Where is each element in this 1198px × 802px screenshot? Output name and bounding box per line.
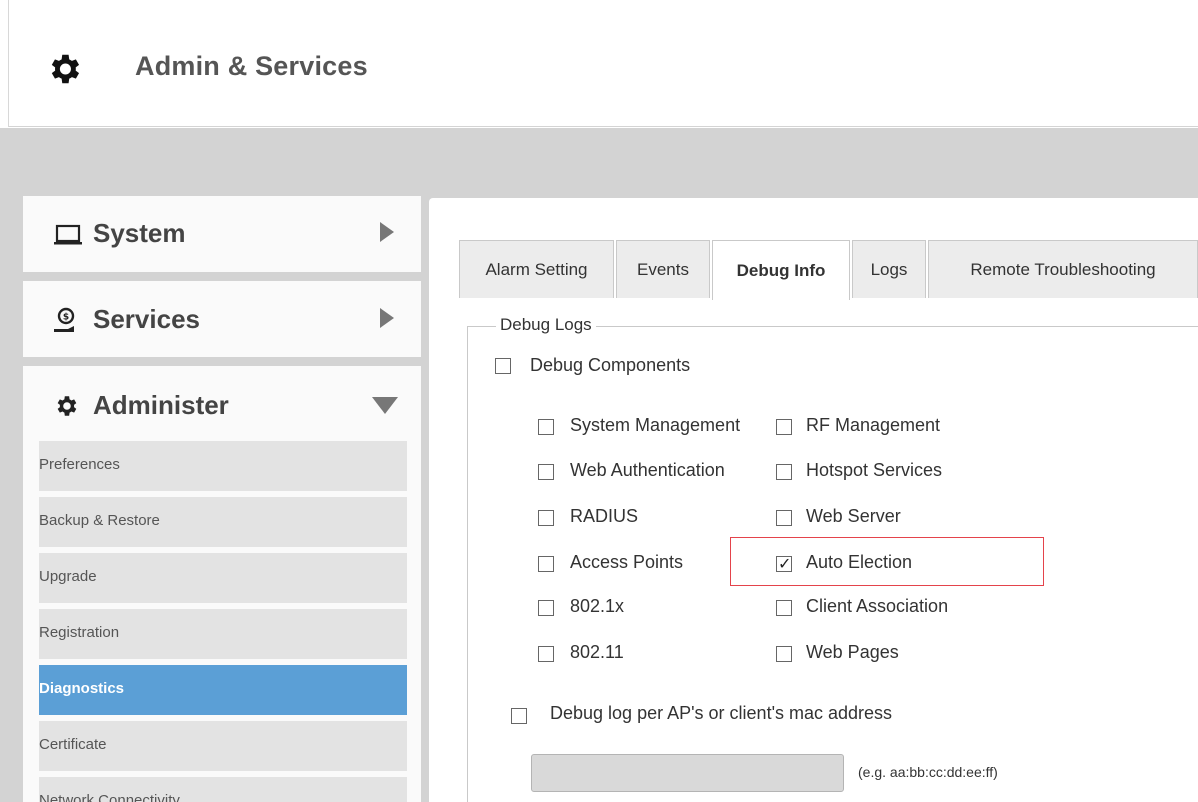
svg-text:$: $ xyxy=(63,313,69,323)
nav-system-label: System xyxy=(93,218,186,248)
web-pages-label: Web Pages xyxy=(806,642,899,662)
gear-icon xyxy=(57,396,77,416)
web-pages-checkbox[interactable] xyxy=(776,646,792,662)
mac-debug-label: Debug log per AP's or client's mac addre… xyxy=(550,703,893,723)
nav-services[interactable]: $ Services xyxy=(23,281,421,357)
submenu-diagnostics[interactable]: Diagnostics xyxy=(39,665,407,715)
hotspot-services-label: Hotspot Services xyxy=(806,460,943,480)
debug-logs-legend: Debug Logs xyxy=(496,315,596,335)
client-association-label: Client Association xyxy=(806,596,949,616)
8021x-label: 802.1x xyxy=(570,596,625,616)
rf-management-checkbox[interactable] xyxy=(776,419,792,435)
page-title: Admin & Services xyxy=(135,51,368,81)
nav-administer-label: Administer xyxy=(93,390,229,420)
80211-checkbox[interactable] xyxy=(538,646,554,662)
web-server-label: Web Server xyxy=(806,506,901,526)
8021x-checkbox[interactable] xyxy=(538,600,554,616)
web-server-checkbox[interactable] xyxy=(776,510,792,526)
tab-logs[interactable]: Logs xyxy=(852,240,926,298)
web-authentication-checkbox[interactable] xyxy=(538,464,554,480)
access-points-label: Access Points xyxy=(570,552,684,572)
administer-submenu: Preferences Backup & Restore Upgrade Reg… xyxy=(23,441,421,802)
submenu-upgrade[interactable]: Upgrade xyxy=(39,553,407,603)
chevron-right-icon xyxy=(380,222,394,242)
mac-address-input[interactable] xyxy=(531,754,844,792)
mac-debug-checkbox[interactable] xyxy=(511,708,527,724)
system-management-checkbox[interactable] xyxy=(538,419,554,435)
rf-management-label: RF Management xyxy=(806,415,941,435)
system-management-label: System Management xyxy=(570,415,741,435)
submenu-certificate[interactable]: Certificate xyxy=(39,721,407,771)
submenu-backup-restore[interactable]: Backup & Restore xyxy=(39,497,407,547)
client-association-checkbox[interactable] xyxy=(776,600,792,616)
nav-administer[interactable]: Administer xyxy=(23,366,421,442)
tab-remote-troubleshooting[interactable]: Remote Troubleshooting xyxy=(928,240,1198,298)
chevron-down-icon xyxy=(372,397,398,414)
tab-debug-info[interactable]: Debug Info xyxy=(712,240,850,300)
laptop-icon xyxy=(54,224,82,245)
left-edge xyxy=(0,0,9,127)
mac-address-hint: (e.g. aa:bb:cc:dd:ee:ff) xyxy=(858,764,998,780)
submenu-network-connectivity[interactable]: Network Connectivity xyxy=(39,777,407,802)
nav-services-label: Services xyxy=(93,304,200,334)
debug-components-checkbox[interactable] xyxy=(495,358,511,374)
gear-icon xyxy=(51,54,80,84)
tab-alarm-setting[interactable]: Alarm Setting xyxy=(459,240,614,298)
80211-label: 802.11 xyxy=(570,642,624,662)
access-points-checkbox[interactable] xyxy=(538,556,554,572)
tab-events[interactable]: Events xyxy=(616,240,710,298)
hotspot-services-checkbox[interactable] xyxy=(776,464,792,480)
chevron-right-icon xyxy=(380,308,394,328)
services-icon: $ xyxy=(54,307,75,332)
debug-components-label: Debug Components xyxy=(530,355,691,375)
radius-checkbox[interactable] xyxy=(538,510,554,526)
radius-label: RADIUS xyxy=(570,506,639,526)
web-authentication-label: Web Authentication xyxy=(570,460,725,480)
page-header: Admin & Services xyxy=(9,0,1198,127)
nav-system[interactable]: System xyxy=(23,196,421,272)
auto-election-label: Auto Election xyxy=(806,552,913,572)
submenu-preferences[interactable]: Preferences xyxy=(39,441,407,491)
auto-election-checkbox[interactable] xyxy=(776,554,792,573)
submenu-registration[interactable]: Registration xyxy=(39,609,407,659)
